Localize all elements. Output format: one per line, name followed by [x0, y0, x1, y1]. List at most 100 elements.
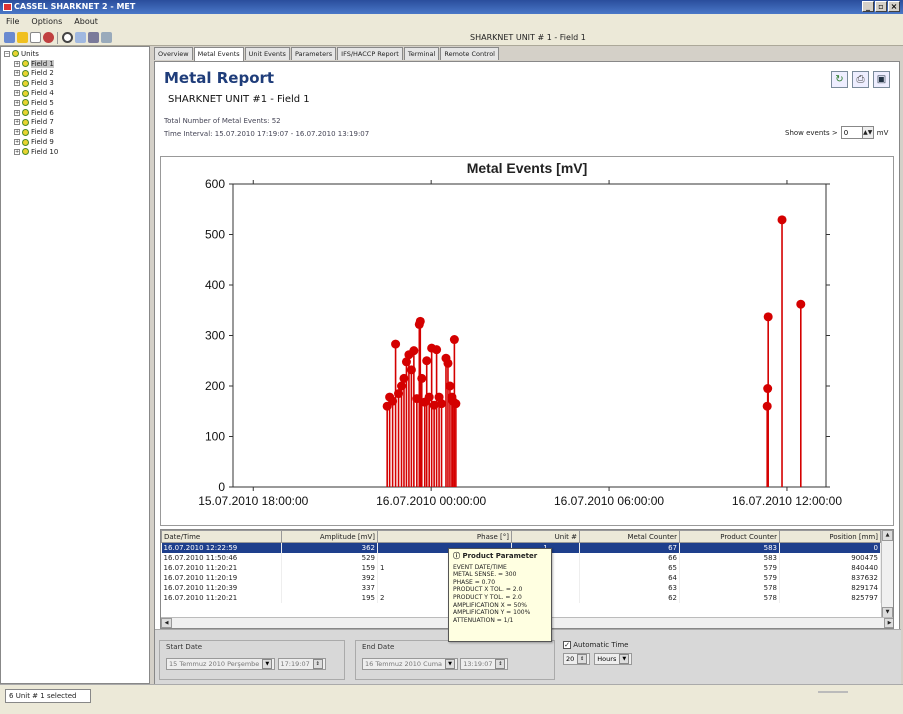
toolbar: SHARKNET UNIT # 1 - Field 1 — [0, 30, 903, 46]
expand-icon[interactable]: + — [14, 60, 20, 67]
tooltip-line: PHASE = 0.70 — [453, 578, 496, 586]
tree-item-field[interactable]: + Field 4 — [4, 88, 149, 98]
tooltip-line: AMPLIFICATION Y = 100% — [453, 609, 531, 617]
column-header[interactable]: Phase [°] — [377, 530, 512, 543]
field-icon — [22, 118, 29, 126]
end-time-picker[interactable]: 13:19:07 ⇕ — [460, 658, 509, 670]
end-date-picker[interactable]: 16 Temmuz 2010 Cuma ▼ — [362, 658, 459, 670]
stop-icon[interactable] — [43, 32, 54, 43]
tree-item-label: Field 5 — [31, 98, 54, 107]
tooltip-line: METAL SENSE. = 300 — [453, 571, 517, 579]
event-point — [451, 399, 461, 409]
expand-icon[interactable]: + — [14, 148, 20, 155]
event-point — [777, 215, 787, 225]
document-icon[interactable] — [30, 32, 41, 43]
show-events-input[interactable] — [840, 126, 863, 139]
unit-tree: − Units + Field 1 + Field 2 + Field 3 + Field 4… — [0, 46, 150, 684]
unit-subtitle: SHARKNET UNIT #1 - Field 1 — [168, 94, 310, 105]
spinner-icon[interactable]: ⇕ — [577, 654, 588, 664]
end-date-value: 16 Temmuz 2010 Cuma — [365, 660, 443, 668]
column-header[interactable]: Date/Time — [161, 530, 282, 543]
field-icon — [22, 79, 29, 87]
column-header[interactable]: Amplitude [mV] — [281, 530, 378, 543]
window-title: CASSEL SHARKNET 2 - MET — [14, 2, 136, 11]
column-header[interactable]: Unit # — [511, 530, 580, 543]
tree-item-field[interactable]: + Field 3 — [4, 78, 149, 88]
time-unit-select[interactable]: Hours ▼ — [594, 653, 633, 665]
minimize-button[interactable]: _ — [862, 1, 874, 12]
automatic-time-group: ✓ Automatic Time 20 ⇕ Hours ▼ — [563, 641, 633, 665]
tab-overview[interactable]: Overview — [154, 47, 193, 60]
x-tick-label: 16.07.2010 12:00:00 — [732, 494, 842, 508]
tree-item-label: Field 8 — [31, 128, 54, 137]
table-cell: 578 — [679, 582, 780, 593]
tree-item-field[interactable]: + Field 5 — [4, 98, 149, 108]
dropdown-icon[interactable]: ▼ — [619, 654, 630, 664]
expand-icon[interactable]: + — [14, 129, 20, 136]
menu-options[interactable]: Options — [31, 17, 62, 27]
scroll-right-icon[interactable]: ▶ — [884, 618, 893, 628]
field-icon — [22, 60, 29, 68]
tab-parameters[interactable]: Parameters — [290, 47, 337, 60]
close-button[interactable]: × — [888, 1, 900, 12]
tab-remote-control[interactable]: Remote Control — [440, 47, 499, 60]
tab-metal-events[interactable]: Metal Events — [193, 47, 244, 61]
spinner-icon[interactable]: ⇕ — [495, 659, 506, 669]
scroll-up-icon[interactable]: ▲ — [882, 530, 893, 541]
warning-icon[interactable] — [17, 32, 28, 43]
automatic-time-spinner[interactable]: 20 ⇕ — [563, 653, 591, 665]
tooltip-line: AMPLIFICATION X = 50% — [453, 601, 527, 609]
tree-item-field[interactable]: + Field 2 — [4, 69, 149, 79]
expand-icon[interactable]: + — [14, 119, 20, 126]
network-icon[interactable] — [101, 32, 112, 43]
tree-item-label: Field 1 — [31, 59, 54, 68]
start-time-value: 17:19:07 — [280, 660, 310, 668]
save-icon[interactable]: ▣ — [873, 71, 890, 88]
refresh-icon[interactable]: ↻ — [831, 71, 848, 88]
column-header[interactable]: Position [mm] — [779, 530, 881, 543]
column-header[interactable]: Metal Counter — [579, 530, 680, 543]
collapse-icon[interactable]: − — [4, 50, 10, 57]
scroll-left-icon[interactable]: ◀ — [161, 618, 172, 628]
tree-item-field[interactable]: + Field 1 — [4, 59, 149, 69]
print-icon[interactable]: ⎙ — [852, 71, 869, 88]
tab-ifs-haccp-report[interactable]: IFS/HACCP Report — [337, 47, 403, 60]
record-icon[interactable] — [62, 32, 73, 43]
tooltip-line: EVENT DATE/TIME — [453, 563, 507, 571]
expand-icon[interactable]: + — [14, 70, 20, 77]
expand-icon[interactable]: + — [14, 99, 20, 106]
expand-icon[interactable]: + — [14, 109, 20, 116]
start-date-value: 15 Temmuz 2010 Perşembe — [169, 660, 260, 668]
tree-item-field[interactable]: + Field 8 — [4, 127, 149, 137]
expand-icon[interactable]: + — [14, 90, 20, 97]
maximize-button[interactable]: ▫ — [875, 1, 887, 12]
automatic-time-checkbox[interactable]: ✓ — [563, 641, 571, 649]
table-cell: 16.07.2010 11:20:21 — [161, 562, 282, 573]
menu-file[interactable]: File — [6, 17, 19, 27]
connect-icon[interactable] — [4, 32, 15, 43]
resize-grip[interactable] — [818, 691, 848, 693]
show-events-filter: Show events > ▲▼ mV — [785, 126, 888, 139]
tab-unit-events[interactable]: Unit Events — [244, 47, 290, 60]
end-time-value: 13:19:07 — [463, 660, 493, 668]
tree-item-field[interactable]: + Field 7 — [4, 118, 149, 128]
expand-icon[interactable]: + — [14, 139, 20, 146]
dropdown-icon[interactable]: ▼ — [445, 659, 456, 669]
tree-item-field[interactable]: + Field 9 — [4, 137, 149, 147]
copy-icon[interactable] — [75, 32, 86, 43]
spinner-icon[interactable]: ⇕ — [312, 659, 323, 669]
status-text: Unit # 1 selected — [15, 692, 77, 700]
expand-icon[interactable]: + — [14, 80, 20, 87]
menu-about[interactable]: About — [74, 17, 98, 27]
start-date-picker[interactable]: 15 Temmuz 2010 Perşembe ▼ — [166, 658, 276, 670]
dropdown-icon[interactable]: ▼ — [262, 659, 273, 669]
tree-item-field[interactable]: + Field 10 — [4, 147, 149, 157]
tab-terminal[interactable]: Terminal — [403, 47, 440, 60]
start-time-picker[interactable]: 17:19:07 ⇕ — [277, 658, 326, 670]
link-icon[interactable] — [88, 32, 99, 43]
table-vertical-scrollbar[interactable]: ▲ ▼ — [881, 530, 893, 618]
tree-root-units[interactable]: − Units — [4, 49, 149, 59]
tree-item-field[interactable]: + Field 6 — [4, 108, 149, 118]
column-header[interactable]: Product Counter — [679, 530, 780, 543]
spinner-arrows-icon[interactable]: ▲▼ — [862, 126, 874, 139]
